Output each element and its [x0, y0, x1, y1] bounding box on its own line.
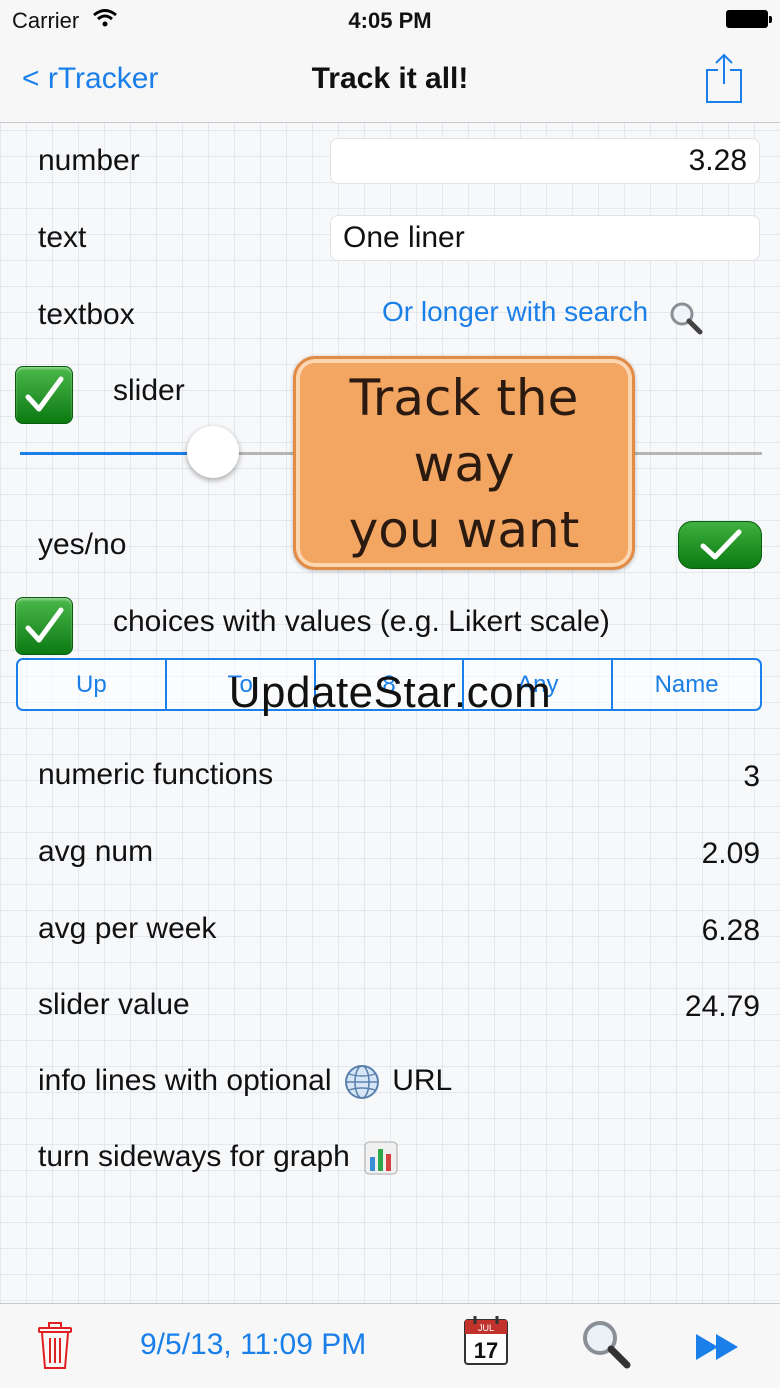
- stat-label: avg per week: [38, 912, 217, 945]
- choices-label: choices with values (e.g. Likert scale): [113, 605, 610, 638]
- navigation-bar: < rTracker Track it all!: [0, 40, 780, 123]
- textbox-link[interactable]: Or longer with search: [382, 296, 648, 328]
- bar-chart-icon: [364, 1141, 398, 1175]
- calendar-icon[interactable]: JUL 17: [463, 1316, 509, 1366]
- graph-hint-text: turn sideways for graph: [38, 1140, 350, 1173]
- overlay-line-3: you want: [348, 501, 580, 559]
- choices-checkbox[interactable]: [15, 597, 73, 655]
- stat-value: 3: [743, 760, 760, 793]
- slider-checkbox[interactable]: [15, 366, 73, 424]
- textbox-label: textbox: [38, 298, 135, 331]
- slider-fill: [20, 452, 213, 455]
- watermark: UpdateStar.com: [228, 668, 552, 717]
- date-button[interactable]: 9/5/13, 11:09 PM: [140, 1328, 366, 1362]
- search-icon[interactable]: [668, 300, 704, 336]
- trash-icon[interactable]: [36, 1322, 74, 1370]
- status-time: 4:05 PM: [348, 8, 432, 33]
- globe-icon: [344, 1065, 379, 1100]
- stat-label: avg num: [38, 835, 154, 868]
- stat-label: slider value: [38, 988, 190, 1021]
- promo-overlay: Track the way you want: [293, 356, 635, 570]
- yesno-toggle[interactable]: [678, 521, 762, 569]
- bottom-toolbar: 9/5/13, 11:09 PM JUL 17: [0, 1303, 780, 1388]
- overlay-line-2: way: [413, 435, 515, 493]
- status-bar: Carrier 4:05 PM: [0, 0, 780, 40]
- checkmark-icon: [25, 607, 64, 643]
- slider-label: slider: [113, 374, 185, 407]
- number-label: number: [38, 144, 140, 177]
- graph-hint: turn sideways for graph: [38, 1140, 398, 1175]
- stat-label: numeric functions: [38, 758, 274, 791]
- info-line[interactable]: info lines with optional URL: [38, 1064, 452, 1100]
- page-title: Track it all!: [311, 62, 469, 95]
- calendar-month: JUL: [478, 1323, 494, 1333]
- fast-forward-icon[interactable]: [694, 1332, 742, 1362]
- stat-value: 24.79: [684, 990, 760, 1023]
- text-field[interactable]: One liner: [330, 215, 760, 261]
- checkmark-icon: [25, 376, 64, 412]
- checkmark-icon: [700, 529, 742, 560]
- battery-icon: [726, 10, 772, 28]
- info-prefix: info lines with optional: [38, 1064, 332, 1097]
- slider-thumb[interactable]: [186, 426, 239, 478]
- number-field[interactable]: 3.28: [330, 138, 760, 184]
- stat-value: 6.28: [701, 914, 760, 947]
- search-icon[interactable]: [580, 1318, 632, 1370]
- calendar-day: 17: [474, 1338, 498, 1363]
- share-icon[interactable]: [704, 52, 744, 104]
- stat-value: 2.09: [701, 837, 760, 870]
- overlay-line-1: Track the: [349, 369, 579, 427]
- info-suffix: URL: [392, 1064, 453, 1097]
- text-label: text: [38, 221, 87, 254]
- yesno-label: yes/no: [38, 528, 127, 561]
